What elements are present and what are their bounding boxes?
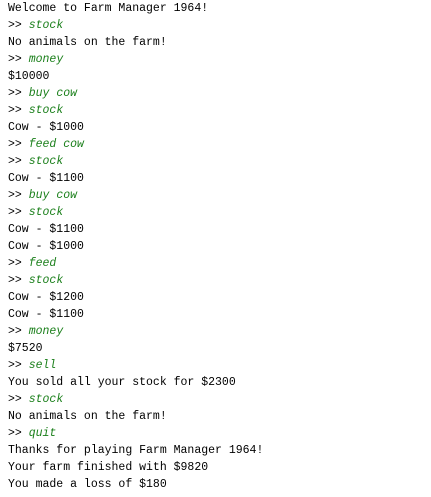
command-line: >> stock — [8, 102, 63, 119]
command-line: >> quit — [8, 425, 56, 442]
output-line: Cow - $1100 — [8, 308, 84, 321]
command-text: money — [28, 53, 64, 66]
terminal-output[interactable]: Welcome to Farm Manager 1964! >> stock No … — [0, 0, 431, 497]
output-line: $7520 — [8, 342, 43, 355]
command-line: >> stock — [8, 17, 63, 34]
command-line: >> stock — [8, 204, 63, 221]
output-line: Thanks for playing Farm Manager 1964! — [8, 444, 264, 457]
command-text: sell — [28, 359, 57, 372]
command-text: money — [28, 325, 64, 338]
prompt-symbol: >> — [8, 138, 22, 151]
output-line: No animals on the farm! — [8, 410, 167, 423]
command-text: stock — [28, 206, 64, 219]
prompt-symbol: >> — [8, 325, 22, 338]
prompt-symbol: >> — [8, 189, 22, 202]
output-line: Your farm finished with $9820 — [8, 461, 209, 474]
output-line: Cow - $1200 — [8, 291, 84, 304]
command-line: >> money — [8, 323, 63, 340]
command-text: stock — [28, 104, 64, 117]
command-line: >> stock — [8, 272, 63, 289]
prompt-symbol: >> — [8, 274, 22, 287]
command-text: stock — [28, 155, 64, 168]
command-text: buy cow — [28, 87, 78, 100]
command-line: >> buy cow — [8, 187, 77, 204]
command-line: >> feed cow — [8, 136, 84, 153]
output-line: You sold all your stock for $2300 — [8, 376, 236, 389]
command-line: >> sell — [8, 357, 56, 374]
command-line: >> money — [8, 51, 63, 68]
output-line: No animals on the farm! — [8, 36, 167, 49]
command-text: stock — [28, 393, 64, 406]
command-line: >> buy cow — [8, 85, 77, 102]
command-text: buy cow — [28, 189, 78, 202]
command-line: >> feed — [8, 255, 56, 272]
prompt-symbol: >> — [8, 87, 22, 100]
command-line: >> stock — [8, 153, 63, 170]
prompt-symbol: >> — [8, 53, 22, 66]
output-line: You made a loss of $180 — [8, 478, 167, 491]
prompt-symbol: >> — [8, 393, 22, 406]
prompt-symbol: >> — [8, 206, 22, 219]
output-line: Cow - $1000 — [8, 240, 84, 253]
command-line: >> stock — [8, 391, 63, 408]
prompt-symbol: >> — [8, 359, 22, 372]
prompt-symbol: >> — [8, 104, 22, 117]
command-text: quit — [28, 427, 57, 440]
prompt-symbol: >> — [8, 257, 22, 270]
output-line: Welcome to Farm Manager 1964! — [8, 2, 209, 15]
command-text: feed — [28, 257, 57, 270]
command-text: feed cow — [28, 138, 84, 151]
prompt-symbol: >> — [8, 427, 22, 440]
command-text: stock — [28, 274, 64, 287]
output-line: $10000 — [8, 70, 50, 83]
command-text: stock — [28, 19, 64, 32]
prompt-symbol: >> — [8, 155, 22, 168]
output-line: Cow - $1000 — [8, 121, 84, 134]
prompt-symbol: >> — [8, 19, 22, 32]
output-line: Cow - $1100 — [8, 172, 84, 185]
output-line: Cow - $1100 — [8, 223, 84, 236]
